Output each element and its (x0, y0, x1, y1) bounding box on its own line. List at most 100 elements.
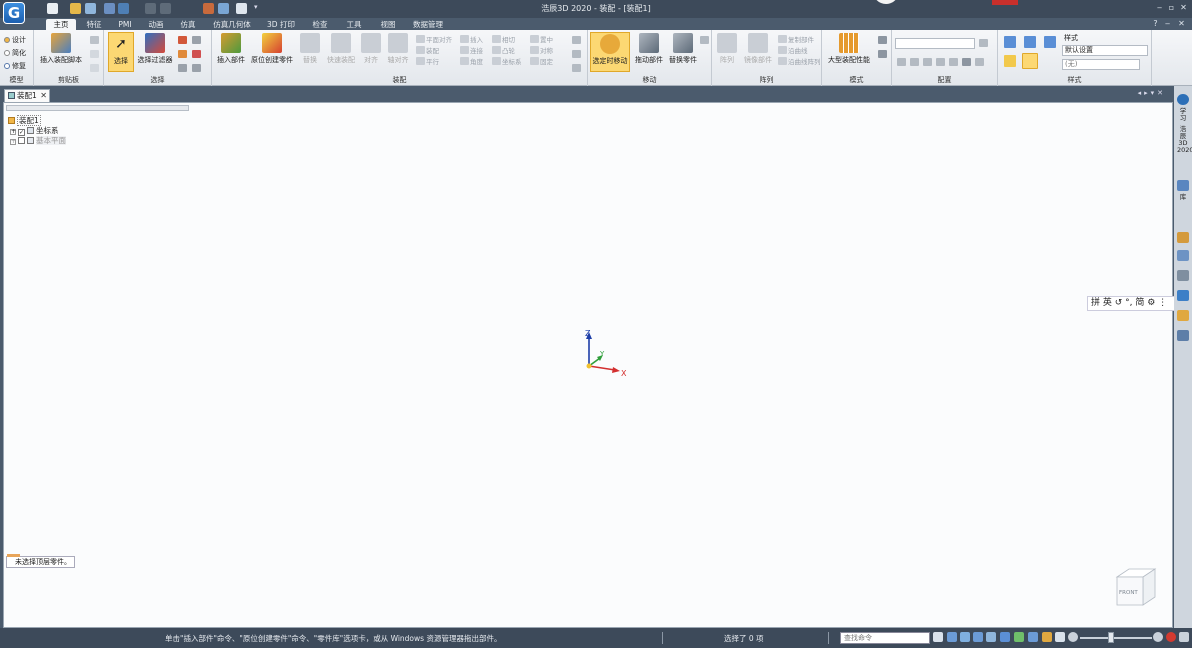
close-button[interactable]: ✕ (1178, 3, 1189, 12)
shaded-icon[interactable] (1004, 55, 1016, 67)
doc-minimize-button[interactable]: ‒ (1162, 19, 1173, 28)
config-icon-3[interactable] (923, 58, 932, 66)
tangent-icon[interactable] (492, 35, 501, 43)
plane-align-label[interactable]: 平面对齐 (426, 34, 452, 44)
style-combo-2[interactable]: (无) (1062, 59, 1140, 70)
coord-sys-label[interactable]: 坐标系 (502, 56, 522, 66)
panel-icon-5[interactable] (1177, 310, 1189, 321)
quick-mate-button[interactable]: 快速装配 (324, 33, 358, 65)
render-icon[interactable] (1055, 632, 1065, 642)
curve-pattern-icon[interactable] (778, 57, 787, 65)
panel-icon-6[interactable] (1177, 330, 1189, 341)
config-icon-2[interactable] (910, 58, 919, 66)
zoom-icon[interactable] (960, 632, 970, 642)
config-icon-5[interactable] (949, 58, 958, 66)
fit-icon[interactable] (973, 632, 983, 642)
doc-tab-close-icon[interactable]: ✕ (40, 90, 47, 101)
tab-tools[interactable]: 工具 (340, 19, 368, 30)
learn-tab[interactable]: 学习 (1177, 108, 1189, 122)
parallel-label[interactable]: 平行 (426, 56, 439, 66)
pattern-button[interactable]: 阵列 (714, 33, 740, 65)
mate-icon[interactable] (416, 46, 425, 54)
select-tool-icon-1[interactable] (178, 36, 187, 44)
mirror-parts-button[interactable]: 镜像部件 (742, 33, 774, 65)
tab-features[interactable]: 特征 (80, 19, 108, 30)
drag-part-button[interactable]: 拖动部件 (632, 33, 666, 65)
checkbox-unchecked-icon[interactable] (18, 137, 25, 144)
view-cube-icon-1[interactable] (1004, 36, 1016, 48)
help-icon[interactable]: ? (1150, 19, 1161, 28)
gstarcad-tab[interactable]: 浩辰3D 2020 (1177, 126, 1192, 154)
config-icon-1[interactable] (897, 58, 906, 66)
zoom-slider-track[interactable] (1080, 637, 1152, 639)
assembly-extra-icon-1[interactable] (572, 36, 581, 44)
tab-sim-geometry[interactable]: 仿真几何体 (208, 19, 256, 30)
align-button[interactable]: 对齐 (360, 33, 382, 65)
center-icon[interactable] (530, 35, 539, 43)
copy-parts-label[interactable]: 复制部件 (788, 34, 814, 44)
settings-icon[interactable] (1179, 632, 1189, 642)
coord-sys-icon[interactable] (492, 57, 501, 65)
notification-chip[interactable] (992, 0, 1018, 5)
doc-close-button[interactable]: ✕ (1176, 19, 1187, 28)
replace-button[interactable]: 替换 (298, 33, 322, 65)
view-cube[interactable]: FRONT (1109, 563, 1159, 613)
insert-label[interactable]: 插入 (470, 34, 483, 44)
pan-icon[interactable] (986, 632, 996, 642)
zoom-area-icon[interactable] (947, 632, 957, 642)
panel-icon-1[interactable] (1177, 232, 1189, 243)
symmetry-icon[interactable] (530, 46, 539, 54)
replace-part-button[interactable]: 替换零件 (666, 33, 700, 65)
cam-label[interactable]: 凸轮 (502, 45, 515, 55)
fix-label[interactable]: 固定 (540, 56, 553, 66)
radio-simplify[interactable]: 简化 (4, 48, 26, 58)
panel-icon-3[interactable] (1177, 270, 1189, 281)
select-tool-icon-3[interactable] (178, 50, 187, 58)
tab-pmi[interactable]: PMI (112, 19, 138, 30)
ime-toolbar[interactable]: 拼 英 ↺ °, 简 ⚙ ⋮ (1087, 296, 1175, 311)
pathfinder-splitter[interactable] (6, 105, 189, 111)
config-icon-0[interactable] (979, 39, 988, 47)
command-search-input[interactable]: 查找命令 (840, 632, 930, 644)
insert-icon[interactable] (460, 35, 469, 43)
select-move-button[interactable]: 选定时移动 (590, 32, 630, 72)
curve-pattern-label[interactable]: 沿曲线阵列 (788, 56, 821, 66)
select-tool-icon-5[interactable] (178, 64, 187, 72)
fix-icon[interactable] (530, 57, 539, 65)
parallel-icon[interactable] (416, 57, 425, 65)
tab-data-management[interactable]: 数据管理 (406, 19, 450, 30)
large-assembly-button[interactable]: 大型装配性能 (824, 33, 874, 65)
connect-icon[interactable] (460, 46, 469, 54)
tab-simulation[interactable]: 仿真 (174, 19, 202, 30)
rotate-icon[interactable] (1000, 632, 1010, 642)
config-icon-7[interactable] (975, 58, 984, 66)
along-curve-icon[interactable] (778, 46, 787, 54)
copy-parts-icon[interactable] (778, 35, 787, 43)
doc-tab-assembly1[interactable]: 装配1 ✕ (4, 89, 50, 102)
tab-3d-print[interactable]: 3D 打印 (262, 19, 300, 30)
copy-icon[interactable] (90, 50, 99, 58)
shaded-edges-icon[interactable] (1022, 53, 1038, 69)
select-tool-icon-6[interactable] (192, 64, 201, 72)
config-combo[interactable] (895, 38, 975, 49)
angle-icon[interactable] (460, 57, 469, 65)
cam-icon[interactable] (492, 46, 501, 54)
tab-inspect[interactable]: 检查 (306, 19, 334, 30)
record-icon[interactable] (1166, 632, 1176, 642)
app-logo[interactable]: G (3, 2, 25, 24)
restore-button[interactable]: ▫ (1166, 3, 1177, 12)
symmetry-label[interactable]: 对称 (540, 45, 553, 55)
select-tool-icon-4[interactable] (192, 50, 201, 58)
center-label[interactable]: 置中 (540, 34, 553, 44)
cut-icon[interactable] (90, 36, 99, 44)
help-learn-icon[interactable] (1177, 94, 1189, 105)
config-icon-6[interactable] (962, 58, 971, 66)
move-extra-icon[interactable] (700, 36, 709, 44)
tree-item-base-planes[interactable]: + 基本平面 (10, 135, 66, 146)
insert-script-button[interactable]: 插入装配脚本 (38, 33, 84, 65)
expand-icon[interactable]: + (10, 139, 16, 145)
panel-icon-2[interactable] (1177, 250, 1189, 261)
zoom-in-icon[interactable] (1153, 632, 1163, 642)
tab-scroll-arrows-icon[interactable]: ◂▸▾✕ (1138, 89, 1166, 97)
view-orient-icon[interactable] (1014, 632, 1024, 642)
